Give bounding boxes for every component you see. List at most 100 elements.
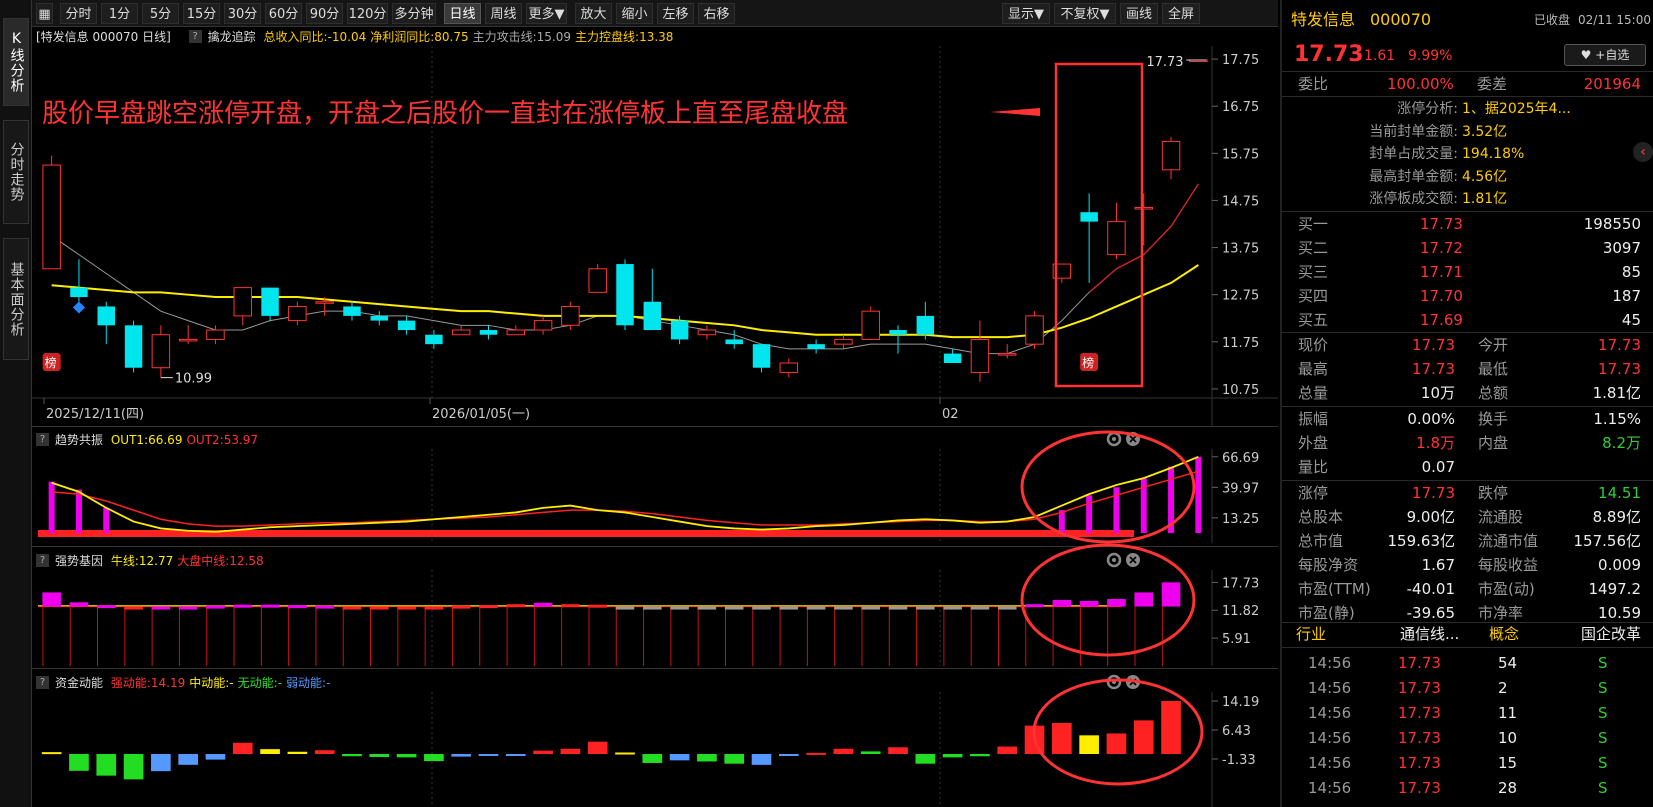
- rank-badge-text: 榜: [45, 355, 57, 370]
- y-tick-label: 14.75: [1222, 194, 1259, 209]
- toolbar-option-button[interactable]: 画线: [1120, 3, 1158, 24]
- candlestick[interactable]: [233, 287, 253, 326]
- date-label: 02: [942, 407, 959, 422]
- rank-badge-icon[interactable]: 榜: [42, 353, 61, 371]
- fund-momentum-chart[interactable]: 14.19 6.43 -1.33: [32, 674, 1278, 807]
- industry-value[interactable]: 通信线...: [1400, 622, 1459, 646]
- candlestick[interactable]: [1107, 202, 1126, 260]
- period-button[interactable]: 120分: [347, 3, 388, 24]
- candlestick[interactable]: [425, 330, 443, 349]
- candlestick[interactable]: [261, 287, 279, 321]
- y-tick-label: 16.75: [1222, 100, 1259, 115]
- period-button[interactable]: 1分: [101, 3, 138, 24]
- fund-bar: [724, 754, 745, 764]
- y-tick-label: 11.82: [1222, 604, 1259, 619]
- gene-bar: [151, 606, 171, 610]
- period-button[interactable]: 60分: [265, 3, 302, 24]
- candlestick[interactable]: [616, 259, 634, 331]
- help-icon[interactable]: ?: [36, 433, 49, 446]
- candlestick[interactable]: [1134, 193, 1153, 246]
- period-button[interactable]: 5分: [142, 3, 179, 24]
- candlestick[interactable]: [943, 348, 962, 364]
- candlestick[interactable]: [370, 311, 389, 326]
- period-button[interactable]: 多分钟: [392, 3, 436, 24]
- candlestick[interactable]: [889, 325, 907, 354]
- order-book-row[interactable]: 买二 17.72 3097: [1282, 236, 1653, 260]
- rank-badge-icon[interactable]: 榜: [1080, 353, 1099, 371]
- period-button[interactable]: 90分: [306, 3, 343, 24]
- candlestick[interactable]: [1080, 193, 1098, 283]
- order-book-row[interactable]: 买五 17.69 45: [1282, 308, 1653, 332]
- gene-bar: [588, 604, 607, 608]
- candlestick[interactable]: [151, 325, 171, 378]
- strong-gene-chart[interactable]: 17.73 11.82 5.91: [32, 543, 1278, 666]
- period-button[interactable]: 放大: [575, 3, 612, 24]
- candlestick[interactable]: [479, 325, 498, 340]
- indicator-metric: 总收入同比:-10.04: [263, 30, 366, 44]
- candlestick[interactable]: [807, 339, 825, 354]
- candlestick[interactable]: [916, 301, 935, 340]
- candlestick[interactable]: [643, 268, 662, 331]
- fund-bar: [533, 750, 553, 754]
- period-button[interactable]: 日线: [444, 3, 481, 24]
- candlestick[interactable]: [561, 301, 580, 331]
- y-tick-label: 11.75: [1222, 336, 1259, 351]
- tab-kline[interactable]: K线分析: [3, 18, 29, 106]
- toolbar-option-button[interactable]: 全屏: [1162, 3, 1200, 24]
- order-book-row[interactable]: 买四 17.70 187: [1282, 284, 1653, 308]
- toolbar-option-button[interactable]: 不复权▼: [1054, 3, 1116, 24]
- candlestick[interactable]: [178, 325, 198, 345]
- candlestick[interactable]: [343, 301, 361, 321]
- candlestick[interactable]: [752, 344, 771, 373]
- candlestick[interactable]: [588, 264, 607, 293]
- order-book-row[interactable]: 买一 17.73 198550: [1282, 212, 1653, 236]
- stat-label: 流通股: [1478, 508, 1524, 526]
- candlestick[interactable]: [397, 315, 416, 335]
- candlestick[interactable]: [288, 301, 307, 326]
- close-icon[interactable]: [1126, 553, 1140, 567]
- period-button[interactable]: 左移: [657, 3, 694, 24]
- candlestick[interactable]: [861, 306, 880, 340]
- candlestick[interactable]: [42, 155, 61, 270]
- period-button[interactable]: 分时: [60, 3, 97, 24]
- collapse-panel-icon[interactable]: ‹: [1633, 142, 1653, 162]
- candlestick[interactable]: [124, 320, 143, 373]
- candlestick[interactable]: [533, 315, 553, 335]
- help-icon[interactable]: ?: [188, 30, 202, 43]
- tab-fundamentals[interactable]: 基本面分析: [3, 238, 29, 360]
- highlight-box: [1054, 62, 1144, 388]
- candlestick[interactable]: [97, 301, 115, 345]
- candlestick[interactable]: [779, 358, 799, 378]
- tab-intraday[interactable]: 分时走势: [3, 120, 29, 224]
- help-icon[interactable]: ?: [36, 554, 49, 567]
- period-button[interactable]: 15分: [183, 3, 220, 24]
- period-button[interactable]: 30分: [224, 3, 261, 24]
- help-icon[interactable]: ?: [36, 676, 49, 689]
- grid-icon[interactable]: ▦: [36, 3, 53, 24]
- row-value[interactable]: 1、据2025年4...: [1462, 98, 1571, 120]
- trend-resonance-chart[interactable]: 66.69 39.97 13.25: [32, 430, 1278, 544]
- add-watchlist-button[interactable]: ♥ +自选: [1564, 44, 1646, 66]
- candlestick[interactable]: [1025, 311, 1044, 349]
- candlestick-chart[interactable]: 17.75 16.75 15.75 14.75 13.75 12.75 11.75 10.75…: [32, 46, 1278, 426]
- bid-volume: 3097: [1602, 239, 1641, 257]
- period-button[interactable]: 缩小: [616, 3, 653, 24]
- candlestick[interactable]: [970, 320, 990, 382]
- period-button[interactable]: 右移: [698, 3, 735, 24]
- candlestick[interactable]: [506, 325, 526, 336]
- period-button[interactable]: 周线: [485, 3, 522, 24]
- concept-value[interactable]: 国企改革: [1581, 622, 1641, 646]
- candlestick[interactable]: [1161, 136, 1181, 180]
- candlestick[interactable]: [451, 325, 471, 336]
- order-book-row[interactable]: 买三 17.71 85: [1282, 260, 1653, 284]
- diamond-signal-icon[interactable]: [72, 301, 85, 314]
- candlestick[interactable]: [834, 334, 853, 349]
- y-tick-label: 12.75: [1222, 289, 1259, 304]
- candlestick[interactable]: [697, 325, 717, 340]
- toolbar-option-button[interactable]: 显示▼: [1002, 3, 1050, 24]
- candlestick[interactable]: [70, 259, 88, 302]
- period-button[interactable]: 更多▼: [526, 3, 567, 24]
- candlestick[interactable]: [725, 330, 743, 349]
- fund-bar: [342, 754, 362, 757]
- gene-bar: [260, 604, 280, 608]
